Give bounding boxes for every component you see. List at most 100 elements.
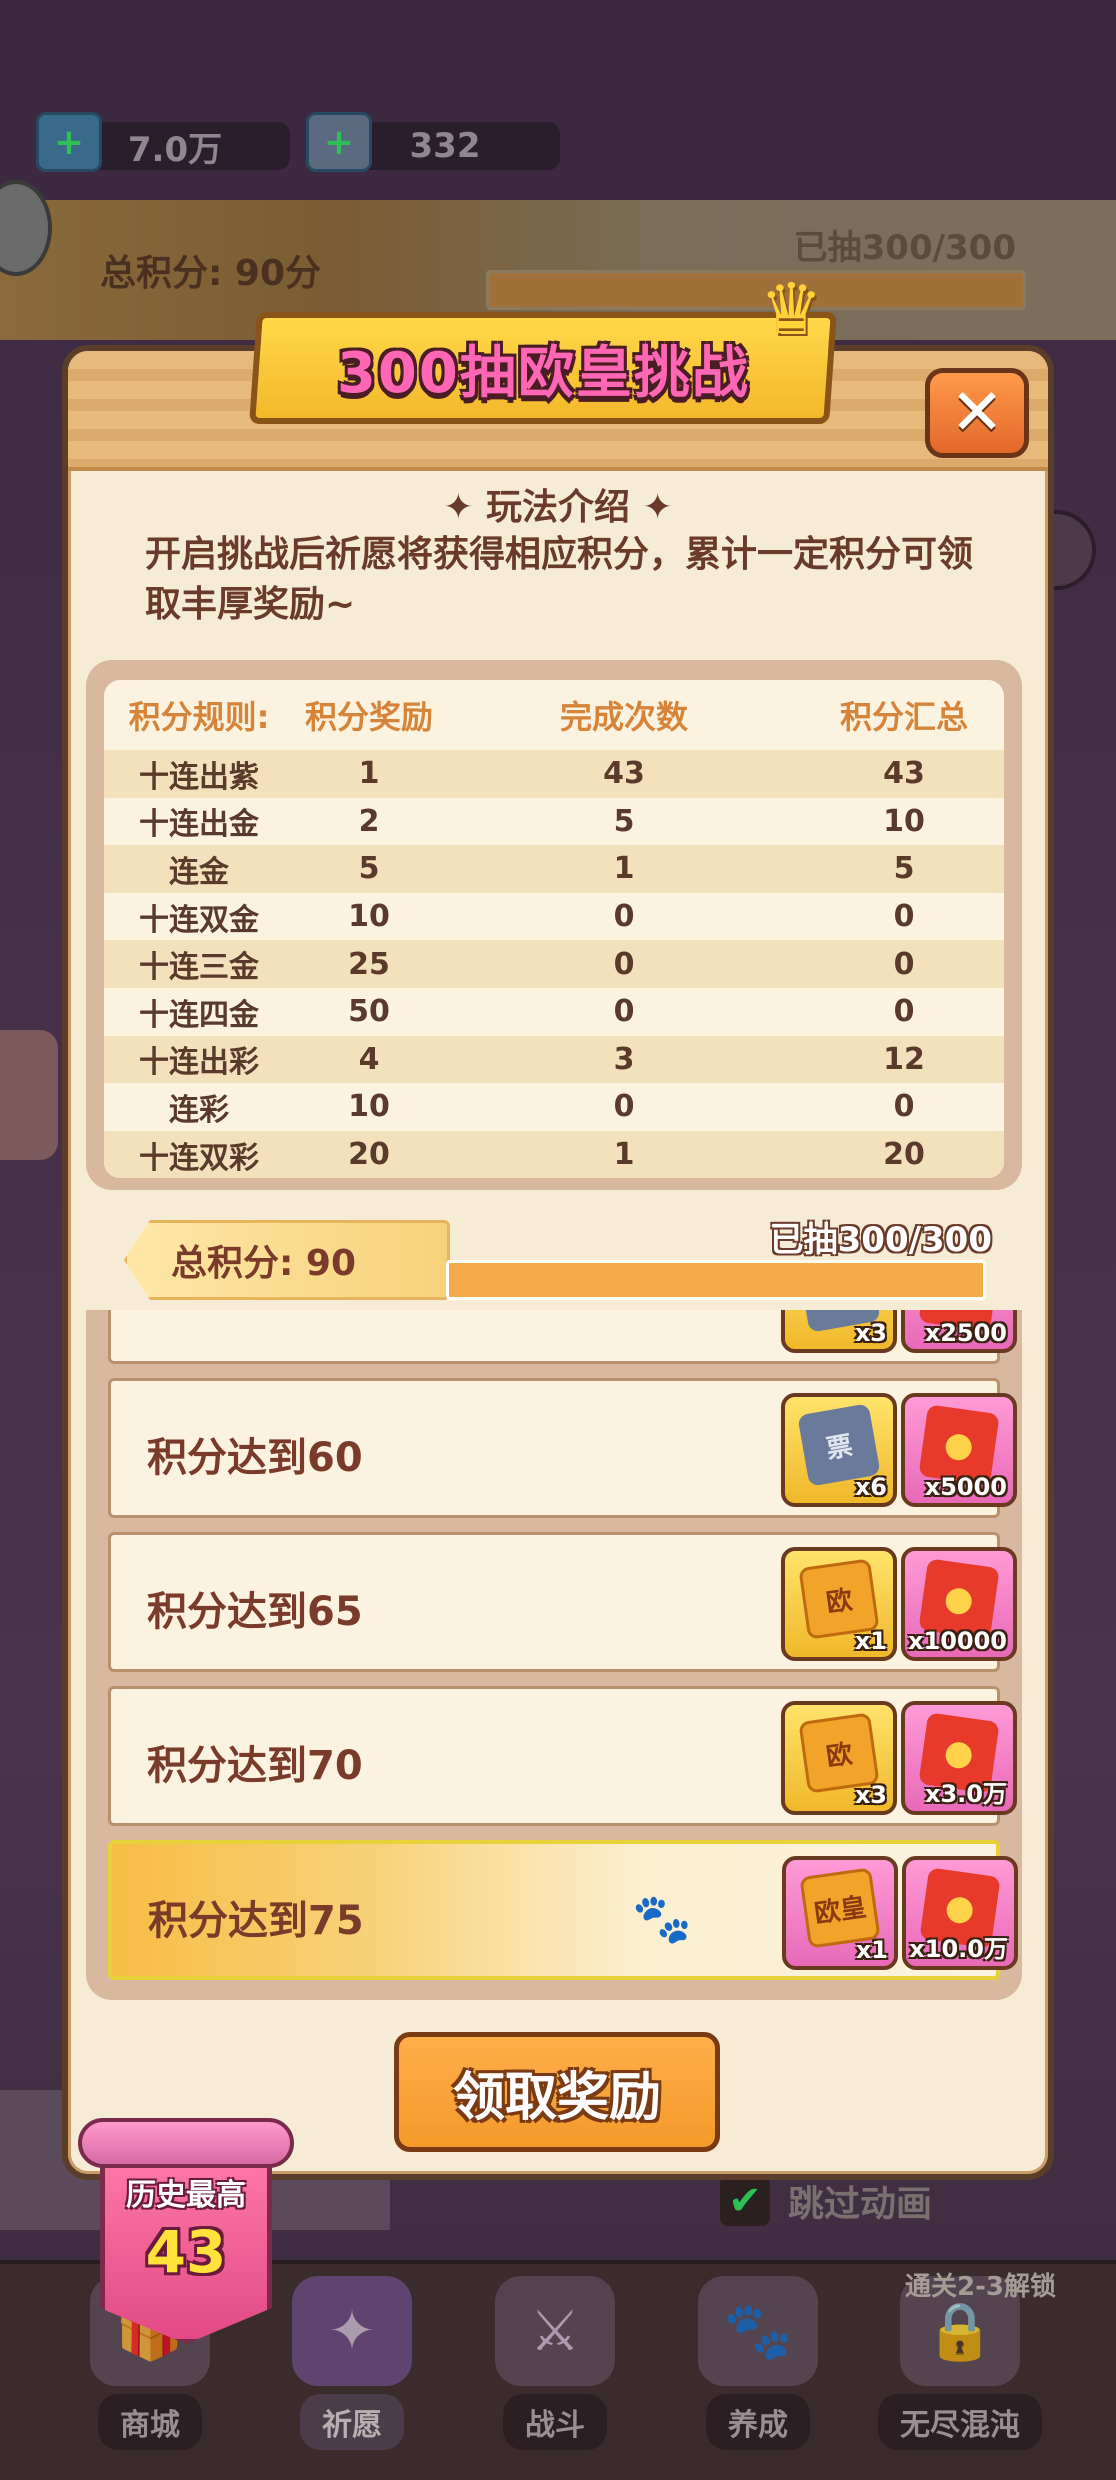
rule-name: 十连出金 (104, 797, 294, 846)
reward-list[interactable]: 票 x3 ● x2500 积分达到60 票 x6 ● x5000 积分达到65 … (86, 1310, 1022, 2000)
intro-text: 开启挑战后祈愿将获得相应积分，累计一定积分可领取丰厚奖励~ (145, 534, 974, 625)
item-qty: x3.0万 (925, 1780, 1007, 1808)
reward-row: 积分达到65 欧 x1 ● x10000 (108, 1532, 1017, 1672)
rule-reward: 1 (294, 750, 444, 798)
reward-label: 积分达到65 (147, 1589, 363, 1635)
check-icon[interactable]: ✔ (720, 2176, 770, 2226)
history-best-value: 43 (145, 2218, 227, 2286)
rule-name: 十连双金 (104, 892, 294, 941)
rule-name: 十连四金 (104, 987, 294, 1036)
progress-bar (446, 1260, 986, 1300)
reward-row: 票 x3 ● x2500 (108, 1310, 1017, 1364)
reward-item-scroll[interactable]: 欧 x1 (781, 1547, 897, 1661)
table-row: 连彩 10 0 0 (104, 1083, 1004, 1131)
history-best-label: 历史最高 (126, 2178, 246, 2213)
total-score-tag: 总积分: 90 (124, 1220, 450, 1300)
swords-icon: ⚔ (495, 2276, 615, 2386)
skip-animation-toggle[interactable]: ✔ 跳过动画 (720, 2175, 932, 2227)
ticket-value: 332 (409, 126, 481, 166)
reward-row: 积分达到60 票 x6 ● x5000 (108, 1378, 1017, 1518)
rule-count: 0 (444, 1083, 804, 1131)
unlock-tip: 通关2-3解锁 (905, 2272, 1056, 2302)
rule-reward: 20 (294, 1130, 444, 1179)
rules-header-row: 积分规则: 积分奖励 完成次数 积分汇总 (104, 680, 1004, 750)
table-row: 十连双金 10 0 0 (104, 892, 1004, 941)
item-qty: x5000 (924, 1473, 1007, 1501)
rules-table: 积分规则: 积分奖励 完成次数 积分汇总 十连出紫 1 43 43 十连出金 2… (104, 680, 1004, 1179)
rule-reward: 10 (294, 1083, 444, 1131)
table-row: 十连四金 50 0 0 (104, 987, 1004, 1036)
header-progress-bar (486, 270, 1026, 310)
rules-header: 完成次数 (559, 698, 688, 736)
rule-total: 43 (804, 750, 1004, 798)
total-score-label: 总积分: 90 (171, 1243, 357, 1284)
rule-name: 连金 (104, 845, 294, 893)
reward-item-scroll[interactable]: 欧皇 x1 (782, 1856, 898, 1970)
drawn-count: 已抽300/300 (769, 1220, 992, 1260)
rule-total: 12 (804, 1035, 1004, 1084)
rules-panel: 积分规则: 积分奖励 完成次数 积分汇总 十连出紫 1 43 43 十连出金 2… (86, 660, 1022, 1190)
rule-name: 十连三金 (104, 940, 294, 988)
rule-total: 5 (804, 845, 1004, 893)
rule-name: 十连出彩 (104, 1035, 294, 1084)
rule-name: 连彩 (104, 1083, 294, 1131)
reward-item-redpack[interactable]: ● x10.0万 (902, 1856, 1018, 1970)
reward-item-redpack[interactable]: ● x2500 (901, 1310, 1017, 1353)
rule-reward: 2 (294, 797, 444, 846)
nav-label: 祈愿 (300, 2394, 404, 2450)
ticket-plus-icon[interactable]: + (306, 112, 372, 172)
gem-plus-icon[interactable]: + (36, 112, 102, 172)
claim-reward-button[interactable]: 领取奖励 (394, 2032, 720, 2152)
reward-item-redpack[interactable]: ● x5000 (901, 1393, 1017, 1507)
nav-label: 养成 (706, 2394, 810, 2450)
rule-total: 0 (804, 940, 1004, 988)
rules-header: 积分规则: (128, 698, 270, 736)
rule-total: 0 (804, 987, 1004, 1036)
reward-item-ticket[interactable]: 票 x6 (781, 1393, 897, 1507)
table-row: 十连出彩 4 3 12 (104, 1035, 1004, 1084)
item-qty: x2500 (924, 1319, 1007, 1347)
item-qty: x3 (854, 1319, 887, 1347)
rule-count: 0 (444, 892, 804, 941)
reward-label: 积分达到75 (148, 1898, 364, 1944)
close-button[interactable]: ✕ (925, 368, 1029, 458)
rule-name: 十连出紫 (104, 750, 294, 798)
score-progress: 总积分: 90 已抽300/300 (86, 1200, 1022, 1310)
table-row: 连金 5 1 5 (104, 845, 1004, 893)
rule-total: 10 (804, 797, 1004, 846)
reward-item-scroll[interactable]: 欧 x3 (781, 1701, 897, 1815)
reward-row-highlighted[interactable]: 积分达到75 🐾 欧皇 x1 ● x10.0万 (108, 1840, 1018, 1980)
rule-count: 5 (444, 797, 804, 846)
paw-icon: 🐾 (698, 2276, 818, 2386)
rule-reward: 5 (294, 845, 444, 893)
nav-develop[interactable]: 🐾 养成 (668, 2276, 848, 2450)
reward-row: 积分达到70 欧 x3 ● x3.0万 (108, 1686, 1017, 1826)
gem-value: 7.0万 (127, 129, 223, 170)
reward-label: 积分达到70 (147, 1743, 363, 1789)
reward-item-redpack[interactable]: ● x10000 (901, 1547, 1017, 1661)
reward-label: 积分达到60 (147, 1435, 363, 1481)
side-left-button[interactable] (0, 1030, 58, 1160)
item-qty: x10000 (908, 1627, 1007, 1655)
header-total-score: 总积分: 90分 (100, 253, 322, 294)
rule-count: 0 (444, 987, 804, 1036)
modal-title: 300抽欧皇挑战 (336, 340, 750, 406)
rules-header: 积分汇总 (839, 698, 968, 736)
reward-item-ticket[interactable]: 票 x3 (781, 1310, 897, 1353)
rule-reward: 10 (294, 892, 444, 941)
close-icon: ✕ (950, 376, 1004, 450)
rules-header: 积分奖励 (304, 698, 433, 736)
item-qty: x1 (854, 1627, 887, 1655)
history-best-banner: 历史最高 43 (78, 2118, 294, 2344)
item-qty: x10.0万 (909, 1935, 1008, 1963)
reward-item-redpack[interactable]: ● x3.0万 (901, 1701, 1017, 1815)
item-qty: x3 (854, 1781, 887, 1809)
progress-fill (449, 1263, 983, 1297)
nav-label: 商城 (98, 2394, 202, 2450)
table-row: 十连三金 25 0 0 (104, 940, 1004, 988)
rule-reward: 25 (294, 940, 444, 988)
rule-count: 3 (444, 1035, 804, 1084)
table-row: 十连双彩 20 1 20 (104, 1130, 1004, 1179)
nav-battle[interactable]: ⚔ 战斗 (465, 2276, 645, 2450)
paw-icon: 🐾 (632, 1891, 692, 1947)
